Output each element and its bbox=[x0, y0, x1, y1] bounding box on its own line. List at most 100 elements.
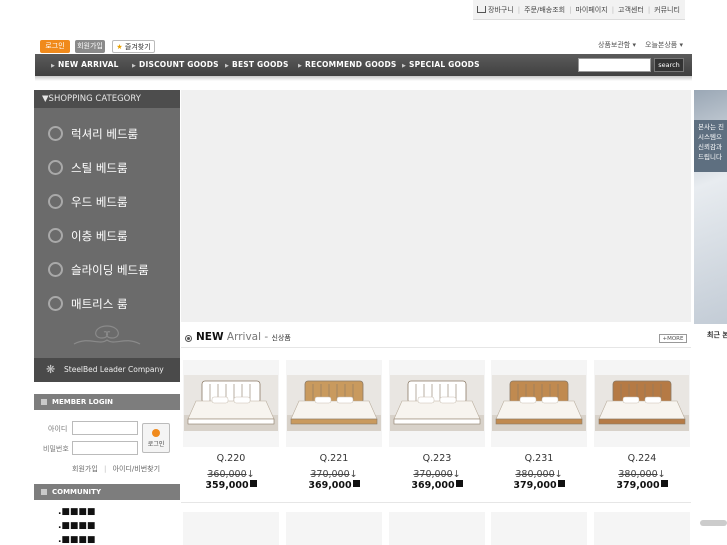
product-card[interactable]: Q.221 370,000↓ 369,000 bbox=[286, 360, 382, 495]
triangle-icon: ▶ bbox=[402, 63, 407, 69]
nav-special-goods[interactable]: ▶ SPECIAL GOODS bbox=[402, 54, 480, 76]
order-link[interactable]: 주문/배송조회 bbox=[520, 5, 569, 15]
won-mark-icon bbox=[557, 480, 565, 487]
shopping-category: ▼SHOPPING CATEGORY 럭셔리 베드룸 스틸 베드룸 우드 베드룸… bbox=[34, 90, 180, 382]
product-card[interactable]: Q.223 370,000↓ 369,000 bbox=[389, 360, 485, 495]
category-item-wood[interactable]: 우드 베드룸 bbox=[48, 192, 128, 212]
bed-image bbox=[492, 375, 586, 431]
triangle-icon: ▶ bbox=[298, 63, 303, 69]
main-nav: ▶ NEW ARRIVAL ▶ DISCOUNT GOODS ▶ BEST GOODS… bbox=[35, 54, 692, 76]
category-item-sliding[interactable]: 슬라이딩 베드룸 bbox=[48, 260, 149, 280]
won-mark-icon bbox=[352, 480, 360, 487]
product-image[interactable] bbox=[491, 360, 587, 447]
product-image-partial[interactable] bbox=[491, 512, 587, 545]
community-item[interactable]: .■■■■ bbox=[58, 507, 95, 517]
ornament-decoration bbox=[73, 325, 141, 345]
more-button[interactable]: +MORE bbox=[659, 334, 687, 343]
today-viewed-select[interactable]: 오늘본상품 ▾ bbox=[645, 40, 683, 50]
product-image[interactable] bbox=[183, 360, 279, 447]
bed-image bbox=[184, 375, 278, 431]
nav-discount-goods[interactable]: ▶ DISCOUNT GOODS bbox=[132, 54, 219, 76]
id-label: 아이디 bbox=[48, 425, 68, 433]
search-input[interactable] bbox=[578, 58, 651, 72]
product-card[interactable]: Q.220 360,000↓ 359,000 bbox=[183, 360, 279, 495]
password-field[interactable] bbox=[72, 441, 138, 455]
category-item-mattress[interactable]: 매트리스 룸 bbox=[48, 294, 128, 314]
mypage-link[interactable]: 마이페이지 bbox=[571, 5, 611, 15]
product-old-price: 370,000↓ bbox=[413, 469, 461, 480]
triangle-icon: ▶ bbox=[225, 63, 230, 69]
product-old-price: 380,000↓ bbox=[618, 469, 666, 480]
top-join-button[interactable]: 회원가입 bbox=[75, 40, 105, 53]
product-new-price: 379,000 bbox=[491, 480, 587, 491]
cart-icon bbox=[477, 5, 486, 13]
circle-icon bbox=[48, 160, 63, 175]
product-model[interactable]: Q.231 bbox=[491, 453, 587, 464]
bullet-icon bbox=[185, 335, 192, 342]
new-arrival-header: NEW Arrival - 신상품 +MORE bbox=[181, 330, 691, 348]
product-model[interactable]: Q.223 bbox=[389, 453, 485, 464]
login-button[interactable]: 로그인 bbox=[142, 423, 170, 453]
member-links: 회원가입 | 아이디/비번찾기 bbox=[72, 465, 161, 473]
product-image[interactable] bbox=[389, 360, 485, 447]
product-new-price: 379,000 bbox=[594, 480, 690, 491]
community-item[interactable]: .■■■■ bbox=[58, 521, 95, 531]
category-item-luxury[interactable]: 럭셔리 베드룸 bbox=[48, 124, 138, 144]
category-item-bunk[interactable]: 이층 베드룸 bbox=[48, 226, 128, 246]
member-login-title: MEMBER LOGIN bbox=[34, 394, 180, 410]
product-old-price: 370,000↓ bbox=[310, 469, 358, 480]
top-login-button[interactable]: 로그인 bbox=[40, 40, 70, 53]
circle-icon bbox=[48, 194, 63, 209]
community-link[interactable]: 커뮤니티 bbox=[650, 5, 684, 15]
won-mark-icon bbox=[660, 480, 668, 487]
search-button[interactable]: search bbox=[654, 58, 684, 72]
category-footer: ❋ SteelBed Leader Company bbox=[34, 358, 180, 382]
join-link[interactable]: 회원가입 bbox=[72, 465, 98, 473]
circle-icon bbox=[48, 126, 63, 141]
bed-image bbox=[287, 375, 381, 431]
caret-down-icon: ▾ bbox=[632, 41, 636, 49]
category-title: ▼SHOPPING CATEGORY bbox=[34, 90, 180, 108]
flower-icon: ❋ bbox=[46, 363, 56, 376]
cart-link[interactable]: 장바구니 bbox=[473, 5, 518, 15]
nav-shadow bbox=[35, 76, 692, 81]
product-card[interactable]: Q.231 380,000↓ 379,000 bbox=[491, 360, 587, 495]
recent-viewed-title: 최근 본 bbox=[707, 331, 727, 339]
square-icon bbox=[41, 399, 47, 405]
product-image-partial[interactable] bbox=[389, 512, 485, 545]
new-arrival-title: NEW Arrival - 신상품 bbox=[196, 331, 291, 343]
find-account-link[interactable]: 아이디/비번찾기 bbox=[113, 465, 160, 473]
nav-new-arrival[interactable]: ▶ NEW ARRIVAL bbox=[51, 54, 119, 76]
product-model[interactable]: Q.220 bbox=[183, 453, 279, 464]
product-new-price: 369,000 bbox=[286, 480, 382, 491]
product-image[interactable] bbox=[594, 360, 690, 447]
product-model[interactable]: Q.224 bbox=[594, 453, 690, 464]
product-card[interactable]: Q.224 380,000↓ 379,000 bbox=[594, 360, 690, 495]
product-new-price: 369,000 bbox=[389, 480, 485, 491]
nav-recommend-goods[interactable]: ▶ RECOMMEND GOODS bbox=[298, 54, 397, 76]
product-image-partial[interactable] bbox=[594, 512, 690, 545]
won-mark-icon bbox=[455, 480, 463, 487]
category-item-steel[interactable]: 스틸 베드룸 bbox=[48, 158, 128, 178]
product-image-partial[interactable] bbox=[286, 512, 382, 545]
circle-icon bbox=[48, 296, 63, 311]
password-label: 비밀번호 bbox=[43, 445, 69, 453]
favorite-button[interactable]: ★ 즐겨찾기 bbox=[112, 40, 155, 53]
bed-image bbox=[390, 375, 484, 431]
community-item[interactable]: .■■■■ bbox=[58, 535, 95, 545]
nav-best-goods[interactable]: ▶ BEST GOODS bbox=[225, 54, 289, 76]
right-banner-text: 본사는 진 시스템으 신뢰감과 드립니다 bbox=[694, 120, 727, 172]
product-model[interactable]: Q.221 bbox=[286, 453, 382, 464]
utility-bar: 장바구니 | 주문/배송조회 | 마이페이지 | 고객센터 | 커뮤니티 bbox=[473, 0, 685, 20]
circle-icon bbox=[48, 228, 63, 243]
community-title: COMMUNITY bbox=[34, 484, 180, 500]
scrollbar[interactable] bbox=[700, 520, 727, 526]
triangle-icon: ▶ bbox=[51, 63, 56, 69]
product-image-partial[interactable] bbox=[183, 512, 279, 545]
customer-center-link[interactable]: 고객센터 bbox=[614, 5, 648, 15]
favorite-label: 즐겨찾기 bbox=[124, 43, 151, 51]
row-divider bbox=[181, 502, 691, 503]
product-storage-select[interactable]: 상품보관함 ▾ bbox=[598, 40, 636, 50]
id-field[interactable] bbox=[72, 421, 138, 435]
product-image[interactable] bbox=[286, 360, 382, 447]
